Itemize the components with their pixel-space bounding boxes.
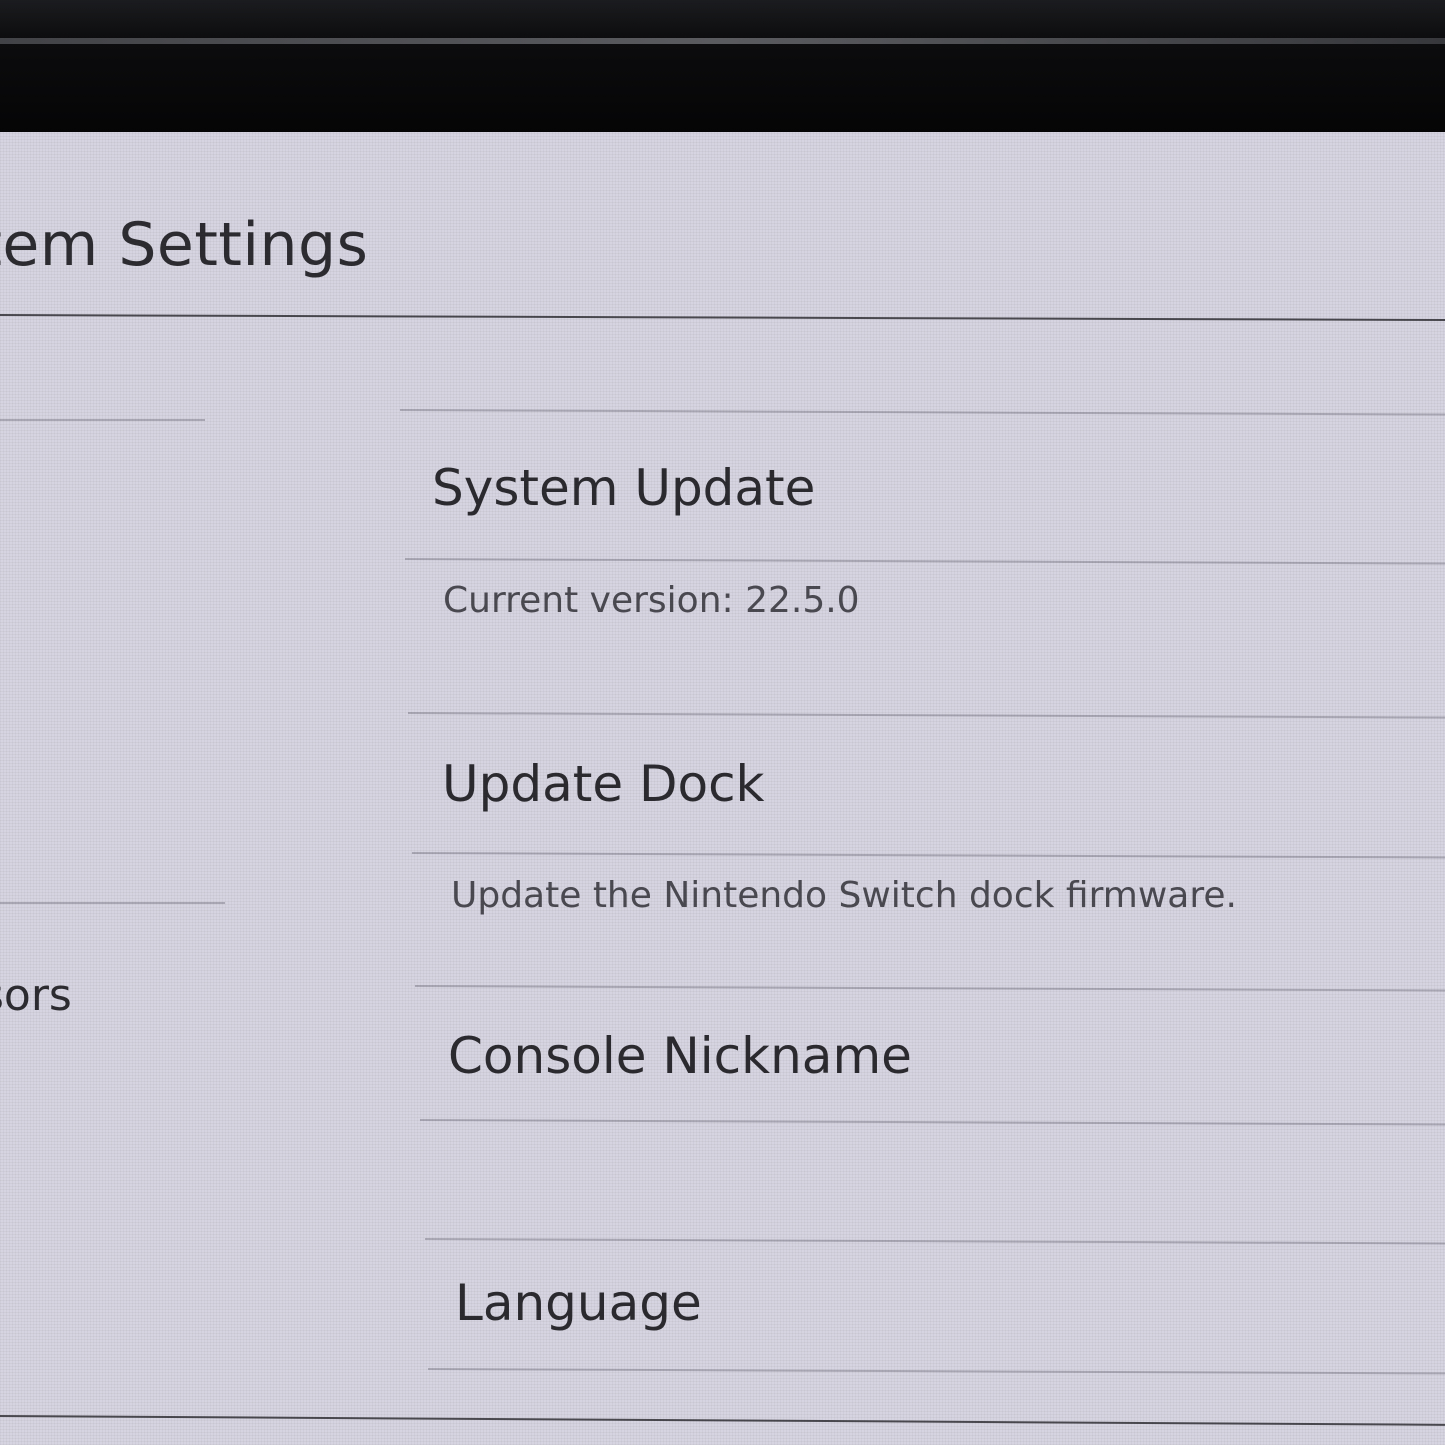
- sidebar-divider: [0, 419, 205, 421]
- list-divider: [414, 985, 1445, 992]
- device-bezel: [0, 0, 1445, 135]
- system-update-title: System Update: [432, 459, 816, 517]
- update-dock-item[interactable]: Update Dock: [0, 730, 1445, 840]
- footer-divider: [0, 1415, 1445, 1426]
- list-divider: [399, 409, 1445, 416]
- list-divider: [427, 1368, 1445, 1375]
- system-update-item[interactable]: System Update: [0, 432, 1445, 542]
- bezel-glint: [0, 38, 1445, 44]
- header-divider: [0, 314, 1445, 322]
- list-divider: [419, 1119, 1445, 1126]
- list-divider: [404, 558, 1445, 565]
- sidebar-divider: [0, 902, 225, 904]
- update-dock-title: Update Dock: [442, 755, 765, 813]
- list-divider: [424, 1238, 1445, 1245]
- console-nickname-title: Console Nickname: [448, 1027, 912, 1085]
- list-divider: [407, 712, 1445, 719]
- page-title: System Settings: [0, 210, 369, 280]
- console-nickname-item[interactable]: Console Nickname: [0, 1002, 1445, 1112]
- settings-screen: System Settings Controllers and Sensors …: [0, 132, 1445, 1445]
- language-title: Language: [455, 1274, 702, 1332]
- current-version-text: Current version: 22.5.0: [443, 580, 860, 621]
- list-divider: [411, 852, 1445, 859]
- language-item[interactable]: Language: [0, 1252, 1445, 1362]
- update-dock-description: Update the Nintendo Switch dock firmware…: [451, 875, 1237, 916]
